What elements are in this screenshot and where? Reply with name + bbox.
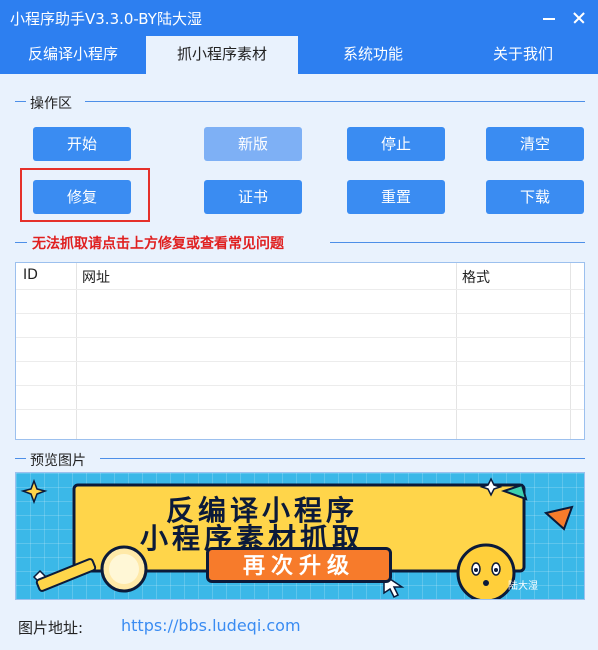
repair-button[interactable]: 修复 [33,180,131,214]
column-header-id: ID [23,267,38,283]
title-bar: 小程序助手V3.3.0-BY陆大湿 [0,0,598,36]
divider [330,242,585,243]
table-row [16,313,584,314]
tab-decompile[interactable]: 反编译小程序 [0,36,146,74]
tab-bar: 反编译小程序 抓小程序素材 系统功能 关于我们 [0,36,598,74]
divider [85,101,585,102]
new-version-button[interactable]: 新版 [204,127,302,161]
table-row [16,361,584,362]
certificate-button[interactable]: 证书 [204,180,302,214]
reset-button[interactable]: 重置 [347,180,445,214]
column-header-format: 格式 [462,270,490,286]
image-address-link[interactable]: https://bbs.ludeqi.com [121,616,301,635]
watermark: 陆大湿 [508,581,538,592]
image-address-label: 图片地址: [18,619,84,637]
divider [15,242,27,243]
clear-button[interactable]: 清空 [486,127,584,161]
tab-grab-assets[interactable]: 抓小程序素材 [146,36,298,74]
close-icon[interactable] [567,6,591,30]
preview-group-title: 预览图片 [26,450,90,470]
stop-button[interactable]: 停止 [347,127,445,161]
tab-system[interactable]: 系统功能 [298,36,448,74]
ops-group-title: 操作区 [26,93,76,113]
banner-upgrade-badge: 再次升级 [206,547,392,583]
results-table[interactable]: ID 网址 格式 [15,262,585,440]
minimize-icon[interactable] [537,6,561,30]
table-row [16,409,584,410]
start-button[interactable]: 开始 [33,127,131,161]
download-button[interactable]: 下载 [486,180,584,214]
warning-text: 无法抓取请点击上方修复或查看常见问题 [30,233,286,253]
table-row [16,385,584,386]
window-title: 小程序助手V3.3.0-BY陆大湿 [10,10,202,28]
column-header-url: 网址 [82,270,110,286]
table-row [16,337,584,338]
tab-about[interactable]: 关于我们 [448,36,598,74]
divider [100,458,585,459]
preview-image: 反编译小程序 小程序素材抓取 再次升级 陆大湿 [15,472,585,600]
table-row [16,289,584,290]
